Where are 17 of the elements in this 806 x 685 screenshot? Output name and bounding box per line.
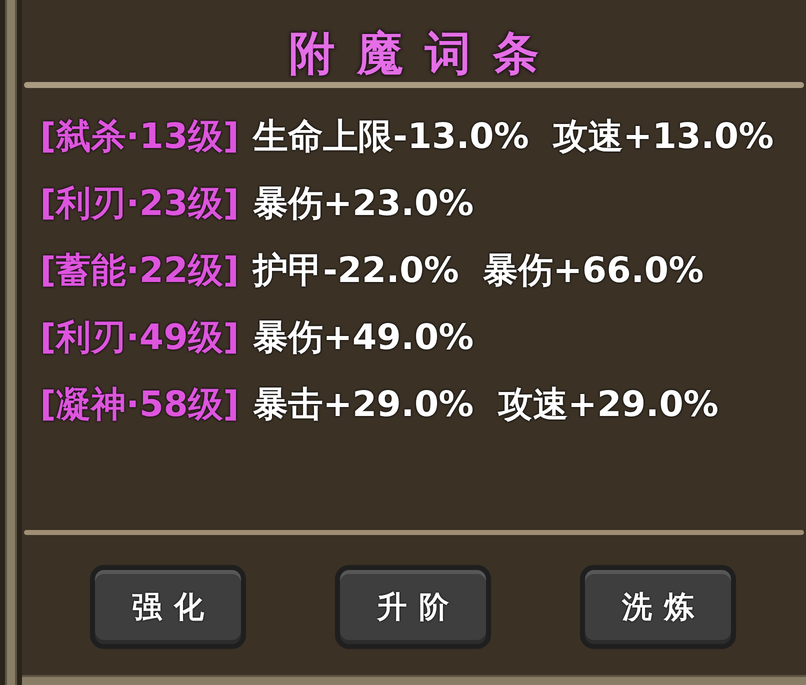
affix-tag: [弑杀·13级] [40, 110, 239, 164]
affix-tag: [蓄能·22级] [40, 244, 239, 298]
affix-stat: 护甲-22.0% [253, 250, 459, 293]
affix-stat: 暴击+29.0% [253, 384, 474, 427]
affix-tag: [利刃·49级] [40, 312, 239, 364]
affix-stat: 暴伤+23.0% [253, 182, 474, 226]
affix-tag: [凝神·58级] [40, 378, 239, 432]
affix-stat: 暴伤+66.0% [482, 250, 704, 293]
affix-stat: 暴伤+49.0% [253, 316, 474, 360]
action-button[interactable]: 升阶 [335, 565, 491, 649]
action-button[interactable]: 强化 [90, 565, 246, 649]
action-button[interactable]: 洗炼 [580, 565, 736, 649]
affix-stat: 攻速+13.0% [552, 116, 774, 159]
affix-stat: 攻速+29.0% [498, 384, 718, 427]
affix-tag: [利刃·23级] [40, 178, 239, 230]
panel-title: 附魔词条 [288, 30, 561, 76]
affix-stat: 生命上限-13.0% [253, 116, 529, 159]
